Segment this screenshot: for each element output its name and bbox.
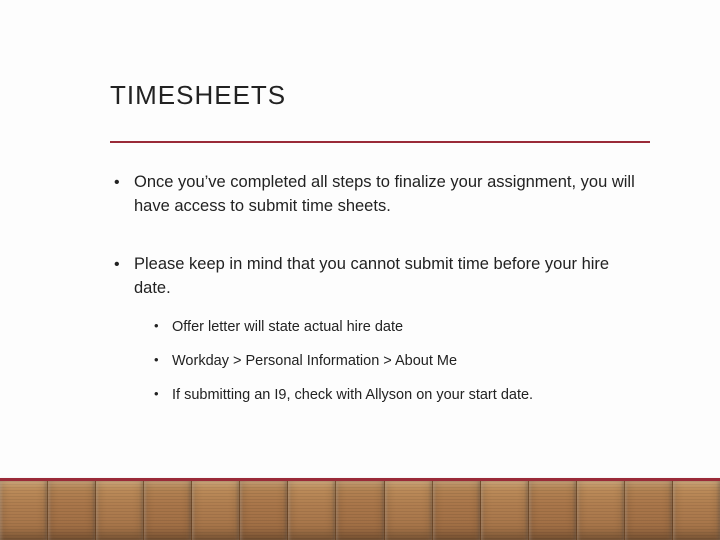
list-item: Once you’ve completed all steps to final… — [110, 171, 650, 219]
wood-plank — [529, 481, 577, 540]
wood-plank — [240, 481, 288, 540]
sub-bullet-text: Offer letter will state actual hire date — [172, 319, 403, 335]
wood-plank — [48, 481, 96, 540]
wood-plank — [625, 481, 673, 540]
wood-plank — [0, 481, 48, 540]
slide-title: TIMESHEETS — [110, 80, 650, 111]
sub-bullet-text: Workday > Personal Information > About M… — [172, 353, 457, 369]
list-item: Please keep in mind that you cannot subm… — [110, 253, 650, 406]
slide: TIMESHEETS Once you’ve completed all ste… — [0, 0, 720, 540]
bullet-text: Please keep in mind that you cannot subm… — [134, 255, 609, 297]
slide-content: TIMESHEETS Once you’ve completed all ste… — [110, 80, 650, 440]
wood-plank — [673, 481, 720, 540]
wood-plank — [144, 481, 192, 540]
list-item: Workday > Personal Information > About M… — [148, 351, 650, 371]
wood-plank — [481, 481, 529, 540]
sub-bullet-list: Offer letter will state actual hire date… — [134, 317, 650, 406]
wood-texture — [0, 481, 720, 540]
title-underline — [110, 141, 650, 143]
wood-plank — [433, 481, 481, 540]
list-item: If submitting an I9, check with Allyson … — [148, 385, 650, 405]
wood-plank — [336, 481, 384, 540]
footer — [0, 478, 720, 540]
wood-plank — [577, 481, 625, 540]
bullet-list: Once you’ve completed all steps to final… — [110, 171, 650, 406]
wood-plank — [96, 481, 144, 540]
wood-plank — [288, 481, 336, 540]
bullet-text: Once you’ve completed all steps to final… — [134, 173, 635, 215]
list-item: Offer letter will state actual hire date — [148, 317, 650, 337]
wood-plank — [385, 481, 433, 540]
sub-bullet-text: If submitting an I9, check with Allyson … — [172, 387, 533, 403]
wood-plank — [192, 481, 240, 540]
